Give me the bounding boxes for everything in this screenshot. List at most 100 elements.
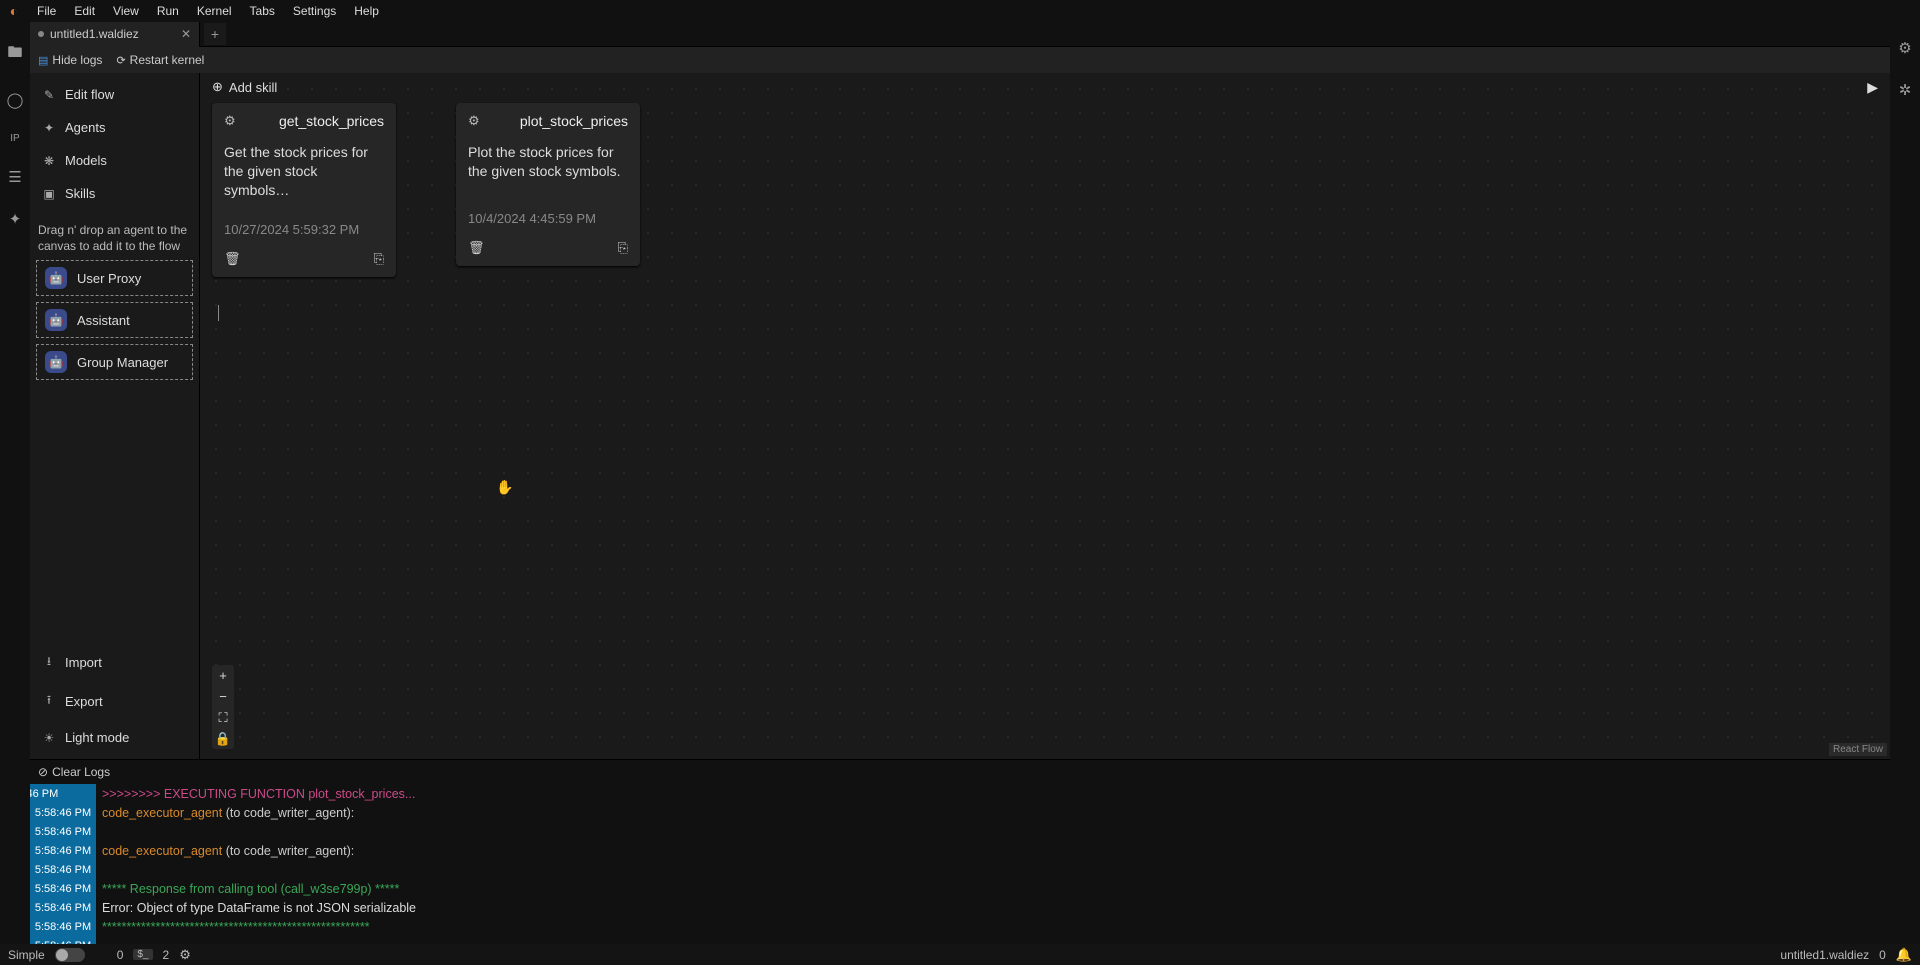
status-zero: 0 [117,948,124,962]
log-row: 5:58:46 PM******************************… [30,917,1890,936]
sidebar-item-skills[interactable]: ▣ Skills [38,180,191,207]
gear-icon[interactable]: ⚙ [1898,39,1911,57]
robot-icon: 🤖 [45,351,67,373]
tab-strip: untitled1.waldiez ✕ + [30,22,1890,47]
simple-toggle[interactable] [55,948,85,962]
skill-card-get-stock-prices[interactable]: ⚙ get_stock_prices Get the stock prices … [212,103,396,277]
settings-icon[interactable]: ⚙ [179,947,191,963]
trash-icon[interactable]: 🗑 [468,240,485,256]
flow-sidebar: ✎ Edit flow ✦ Agents ❋ Models ▣ Skills D… [30,73,200,759]
gear-icon[interactable]: ⚙ [468,113,480,129]
menu-view[interactable]: View [104,4,148,18]
skill-card-plot-stock-prices[interactable]: ⚙ plot_stock_prices Plot the stock price… [456,103,640,266]
skill-date: 10/4/2024 4:45:59 PM [468,211,628,226]
log-timestamp: 5:58:46 PM [30,936,96,944]
status-bar: Simple 0 $_ 2 ⚙ untitled1.waldiez 0 🔔 [0,944,1920,965]
skill-title: get_stock_prices [279,113,384,129]
hide-logs-button[interactable]: ▤ Hide logs [38,53,102,67]
status-two: 2 [163,948,170,962]
edit-icon: ✎ [42,88,56,102]
extensions-icon[interactable]: ✦ [9,210,22,228]
add-skill-label: Add skill [229,80,277,95]
text-cursor [218,305,219,321]
sidebar-item-label: Export [65,694,103,709]
agent-palette-assistant[interactable]: 🤖 Assistant [36,302,193,338]
sidebar-item-models[interactable]: ❋ Models [38,147,191,174]
log-message: Error: Object of type DataFrame is not J… [96,901,416,915]
flow-canvas[interactable]: ⊕ Add skill ▶ ⚙ get_stock_prices Get the… [200,73,1890,759]
log-row: 5:58:46 PMcode_executor_agent (to code_w… [30,841,1890,860]
sidebar-hint: Drag n' drop an agent to the canvas to a… [30,215,199,260]
menu-file[interactable]: File [28,4,65,18]
log-message: ***** Response from calling tool (call_w… [96,882,399,896]
new-tab-button[interactable]: + [204,23,226,45]
sidebar-item-agents[interactable]: ✦ Agents [38,114,191,141]
simple-label: Simple [8,948,45,962]
models-icon: ❋ [42,154,56,168]
log-timestamp: 5:58:46 PM [30,784,96,803]
log-row: 5:58:46 PM***** Response from calling to… [30,879,1890,898]
add-skill-button[interactable]: ⊕ Add skill [212,79,277,95]
terminal-icon[interactable]: $_ [133,949,152,960]
log-row: 5:58:46 PM [30,936,1890,944]
list-icon[interactable]: ☰ [8,168,21,186]
menu-run[interactable]: Run [148,4,188,18]
log-message: code_executor_agent (to code_writer_agen… [96,844,354,858]
import-button[interactable]: ⭳ Import [38,646,191,679]
agent-palette-user-proxy[interactable]: 🤖 User Proxy [36,260,193,296]
restart-kernel-button[interactable]: ⟳ Restart kernel [116,53,204,67]
flow-toolbar: ▤ Hide logs ⟳ Restart kernel [30,47,1890,73]
lock-button[interactable]: 🔒 [212,728,234,749]
sidebar-item-label: Import [65,655,102,670]
sidebar-item-edit-flow[interactable]: ✎ Edit flow [38,81,191,108]
menu-bar: ◐ FileEditViewRunKernelTabsSettingsHelp [0,0,1920,22]
export-icon: ⭱ [42,691,56,712]
agent-label: User Proxy [77,271,141,286]
light-mode-button[interactable]: ☀ Light mode [38,724,191,751]
export-button[interactable]: ⭱ Export [38,685,191,718]
agent-palette-group-manager[interactable]: 🤖 Group Manager [36,344,193,380]
copy-icon[interactable]: ⎘ [618,240,628,256]
robot-icon: 🤖 [45,309,67,331]
log-timestamp: 5:58:46 PM [30,860,96,879]
menu-help[interactable]: Help [345,4,388,18]
log-timestamp: 5:58:46 PM [30,879,96,898]
log-message: ****************************************… [96,920,370,934]
restart-kernel-label: Restart kernel [130,53,205,67]
react-flow-attribution: React Flow [1829,743,1887,756]
menu-tabs[interactable]: Tabs [241,4,284,18]
run-flow-button[interactable]: ▶ [1867,79,1878,96]
circle-icon[interactable]: ◯ [7,91,24,109]
sidebar-item-label: Models [65,153,107,168]
restart-icon: ⟳ [116,54,125,67]
hide-logs-label: Hide logs [52,53,102,67]
cursor-icon: ✋ [496,479,513,496]
log-timestamp: 5:58:46 PM [30,917,96,936]
sidebar-item-label: Light mode [65,730,129,745]
ip-icon[interactable]: IP [10,133,19,144]
menu-edit[interactable]: Edit [65,4,104,18]
trash-icon[interactable]: 🗑 [224,251,241,267]
tab-untitled1[interactable]: untitled1.waldiez ✕ [30,22,200,47]
gear-icon[interactable]: ⚙ [224,113,236,129]
close-icon[interactable]: ✕ [181,27,191,41]
robot-icon: 🤖 [45,267,67,289]
zoom-out-button[interactable]: − [212,686,234,707]
clear-logs-button[interactable]: ⊘ Clear Logs [30,760,1890,784]
folder-icon[interactable]: 🖿 [7,42,22,67]
agent-label: Assistant [77,313,130,328]
fit-view-button[interactable]: ⛶ [212,707,234,728]
logs-panel: ⊘ Clear Logs 5:58:46 PM>>>>>>>> EXECUTIN… [30,759,1890,944]
copy-icon[interactable]: ⎘ [374,251,384,267]
import-icon: ⭳ [42,652,56,673]
app-logo-icon: ◐ [0,3,28,19]
menu-settings[interactable]: Settings [284,4,345,18]
menu-kernel[interactable]: Kernel [188,4,241,18]
skills-icon: ▣ [42,187,56,201]
bell-icon[interactable]: 🔔 [1896,947,1912,963]
agent-label: Group Manager [77,355,168,370]
debug-icon[interactable]: ✲ [1899,81,1912,99]
zoom-in-button[interactable]: + [212,665,234,686]
log-message: >>>>>>>> EXECUTING FUNCTION plot_stock_p… [96,787,415,801]
agents-icon: ✦ [42,121,56,135]
